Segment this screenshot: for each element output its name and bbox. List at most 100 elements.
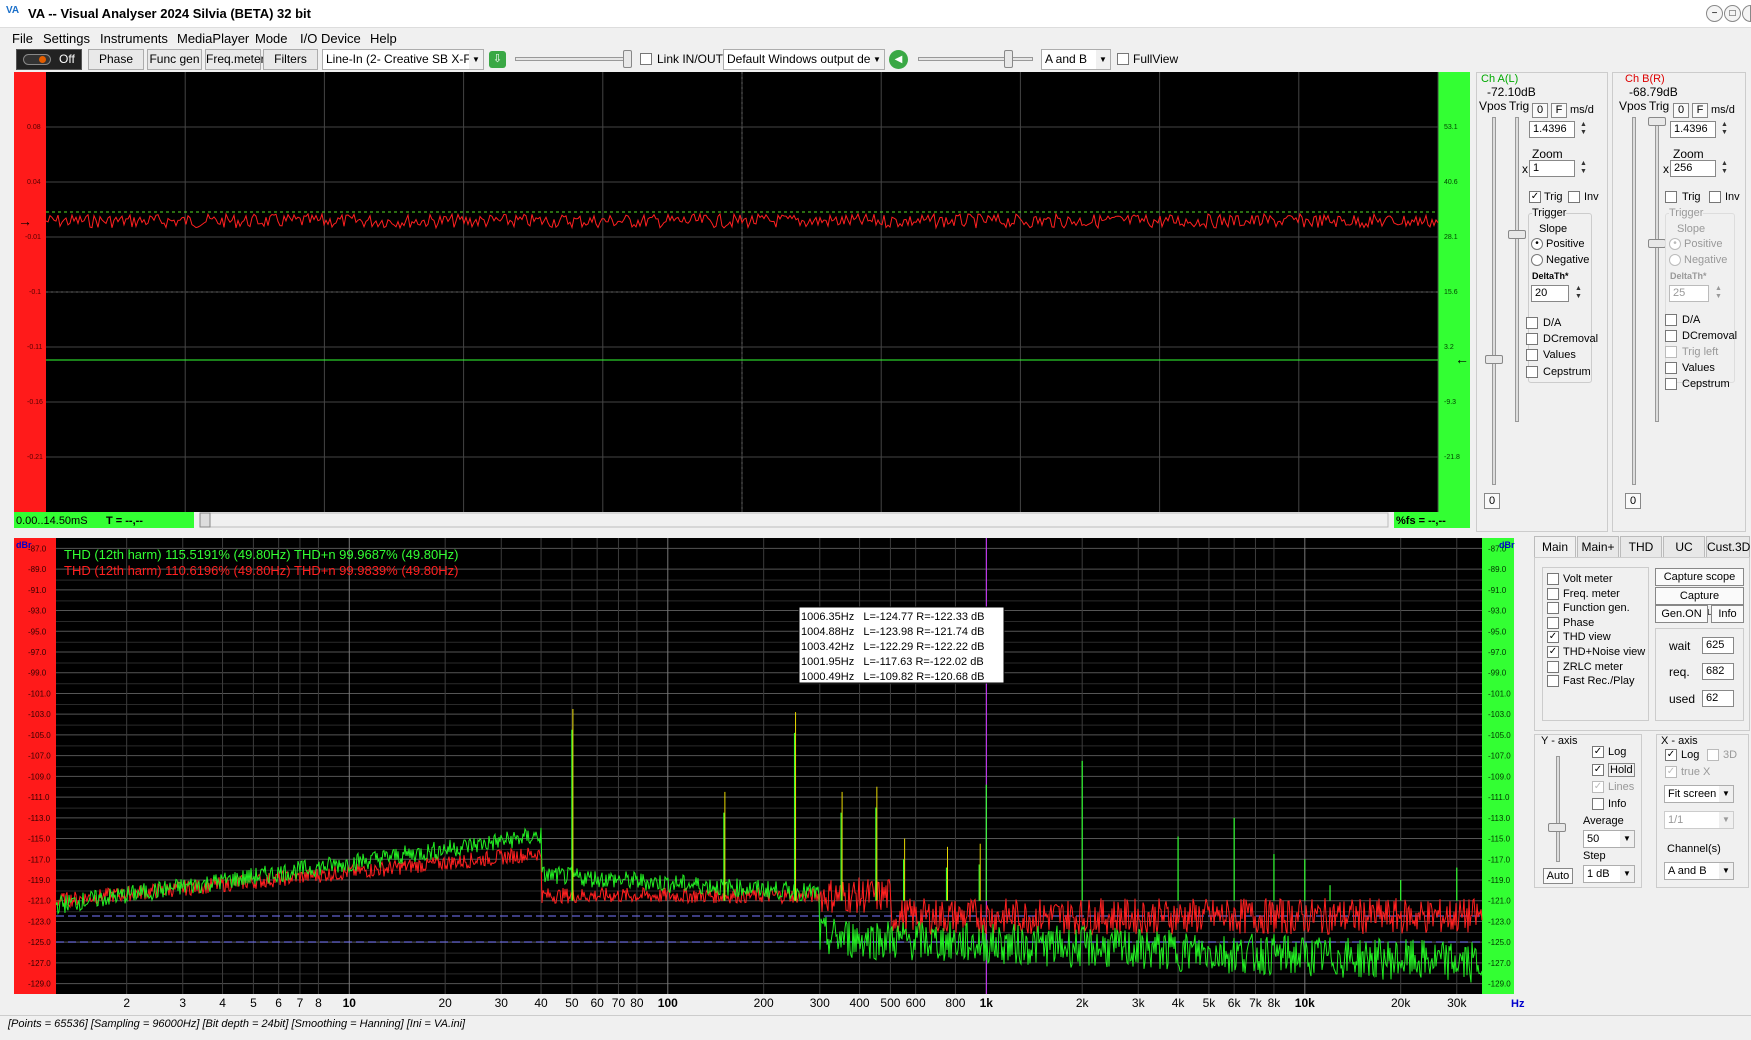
auto-button[interactable]: Auto [1543,868,1573,884]
zoom-input[interactable]: 1 [1529,160,1575,177]
filters-button[interactable]: Filters [263,49,318,70]
maximize-button[interactable]: □ [1724,5,1741,22]
da-checkbox[interactable] [1665,314,1677,326]
fine-button[interactable]: F [1692,103,1708,118]
zero-button[interactable]: 0 [1673,103,1689,118]
deltath-input[interactable]: 25 [1669,285,1709,302]
negative-radio[interactable] [1531,254,1543,266]
capture-spectrum-button[interactable]: Capture spectrum [1655,587,1744,618]
link-io-checkbox[interactable] [640,53,652,65]
dcremoval-checkbox[interactable] [1665,330,1677,342]
trig-left-checkbox[interactable] [1665,346,1677,358]
output-volume-thumb[interactable] [1004,50,1013,68]
trig-level-thumb[interactable] [1508,230,1526,239]
instrument-checkbox[interactable] [1547,602,1559,615]
vpos-slider[interactable] [1492,117,1496,485]
instrument-checkbox[interactable] [1547,616,1559,629]
scope-scrollbar-thumb[interactable] [199,512,211,528]
vpos-zero-button[interactable]: 0 [1625,493,1641,509]
output-volume-slider[interactable] [918,57,1033,61]
zero-button[interactable]: 0 [1532,103,1548,118]
output-device-select[interactable]: Default Windows output devic ▼ [723,49,885,70]
trig-level-thumb[interactable] [1648,239,1666,248]
instrument-checkbox[interactable]: ✓ [1547,631,1559,644]
instrument-checkbox[interactable]: ✓ [1547,646,1559,658]
y-info-checkbox[interactable] [1592,798,1604,810]
x-3d-checkbox[interactable] [1707,749,1719,761]
cepstrum-checkbox[interactable] [1665,378,1677,390]
menu-mediaplayer[interactable]: MediaPlayer [177,31,249,46]
close-button[interactable] [1742,5,1751,22]
zoom-input[interactable]: 256 [1670,160,1716,177]
minimize-button[interactable]: − [1706,5,1723,22]
scope-scrollbar[interactable] [199,512,1389,528]
input-device-select[interactable]: Line-In (2- Creative SB X-Fi) ▼ [322,49,484,70]
spin-arrows-icon[interactable]: ▲ ▼ [1718,160,1731,177]
instrument-checkbox[interactable] [1547,675,1559,688]
trig-checkbox[interactable] [1665,191,1677,203]
instrument-checkbox[interactable] [1547,587,1559,600]
y-range-thumb[interactable] [1548,823,1566,832]
dcremoval-checkbox[interactable] [1526,333,1538,345]
instrument-checkbox[interactable] [1547,573,1559,585]
fine-button[interactable]: F [1551,103,1567,118]
deltath-input[interactable]: 20 [1531,285,1569,302]
spin-arrows-icon[interactable]: ▲ ▼ [1577,160,1590,177]
spectrum-view[interactable]: -87.0-89.0-91.0-93.0-95.0-97.0-99.0-101.… [14,538,1528,1012]
vpos-slider[interactable] [1632,117,1636,485]
menu-help[interactable]: Help [370,31,397,46]
average-select[interactable]: 50 ▼ [1583,830,1635,848]
spin-arrows-icon[interactable]: ▲ ▼ [1572,285,1585,302]
time-div-input[interactable]: 1.4396 [1529,121,1575,138]
step-select[interactable]: 1 dB ▼ [1583,865,1635,883]
trig-level-slider[interactable] [1655,117,1659,422]
tab-main[interactable]: Main [1534,536,1576,558]
input-mic-icon[interactable]: ⇩ [489,51,506,68]
trig-checkbox[interactable]: ✓ [1529,191,1541,203]
func-gen-button[interactable]: Func gen [147,49,202,70]
true-x-checkbox[interactable]: ✓ [1665,766,1677,778]
values-checkbox[interactable] [1665,362,1677,374]
oscilloscope-view[interactable]: → ← 0.08 0.04 -0.01 -0.1 -0.11 -0.16 -0.… [14,72,1470,528]
time-div-input[interactable]: 1.4396 [1670,121,1716,138]
tab-main-plus[interactable]: Main+ [1577,536,1619,558]
values-checkbox[interactable] [1526,349,1538,361]
x-log-checkbox[interactable]: ✓ [1665,749,1677,761]
input-volume-thumb[interactable] [623,50,632,68]
channels-view-select[interactable]: A and B ▼ [1664,862,1734,880]
menu-mode[interactable]: Mode [255,31,288,46]
input-volume-slider[interactable] [515,57,630,61]
positive-radio[interactable]: • [1531,238,1543,250]
capture-scope-button[interactable]: Capture scope [1655,568,1744,586]
speaker-icon[interactable]: ◀ [889,50,908,69]
tab-uc[interactable]: UC [1663,536,1705,558]
power-button[interactable]: Off [16,49,82,70]
info-button[interactable]: Info [1711,605,1744,623]
spin-arrows-icon[interactable]: ▲ ▼ [1577,121,1590,138]
fullview-checkbox[interactable] [1117,53,1129,65]
phase-button[interactable]: Phase [88,49,144,70]
menu-settings[interactable]: Settings [43,31,90,46]
tab-thd[interactable]: THD [1620,536,1662,558]
y-range-slider[interactable] [1556,756,1560,862]
cepstrum-checkbox[interactable] [1526,366,1538,378]
inv-checkbox[interactable] [1568,191,1580,203]
vpos-thumb[interactable] [1485,355,1503,364]
menu-io-device[interactable]: I/O Device [300,31,361,46]
inv-checkbox[interactable] [1709,191,1721,203]
spin-arrows-icon[interactable]: ▲ ▼ [1712,285,1725,302]
da-checkbox[interactable] [1526,317,1538,329]
y-log-checkbox[interactable]: ✓ [1592,746,1604,758]
menu-file[interactable]: File [12,31,33,46]
instrument-checkbox[interactable] [1547,660,1559,673]
gen-on-button[interactable]: Gen.ON [1655,605,1708,623]
channels-select[interactable]: A and B ▼ [1041,49,1111,70]
negative-radio[interactable] [1669,254,1681,266]
y-lines-checkbox[interactable]: ✓ [1592,781,1604,793]
tab-cust-3d[interactable]: Cust.3D [1706,536,1750,558]
vpos-thumb[interactable] [1648,117,1666,126]
fit-screen-select[interactable]: Fit screen ▼ [1664,785,1734,803]
menu-instruments[interactable]: Instruments [100,31,168,46]
y-hold-checkbox[interactable]: ✓ [1592,764,1604,776]
trig-level-slider[interactable] [1515,117,1519,422]
